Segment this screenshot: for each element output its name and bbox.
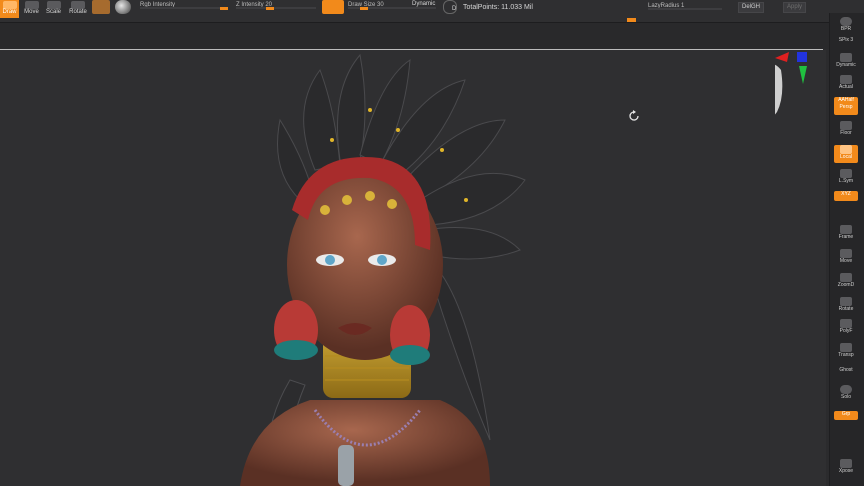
rotate-view-button[interactable]: Rotate [834,297,858,315]
xyz-button[interactable]: XYZ [834,191,858,201]
z-intensity-thumb[interactable] [266,7,274,10]
ghost-button[interactable]: Ghost [834,367,858,385]
transp-button[interactable]: Transp [834,343,858,361]
top-toolbar: Draw Move Scale Rotate Rgb Intensity Z I… [0,0,864,23]
focal-shift-button[interactable] [322,0,344,14]
move-view-button[interactable]: Move [834,249,858,267]
bpr-button[interactable]: BPR [834,17,858,35]
rgb-intensity-thumb[interactable] [220,7,228,10]
character-bust [240,53,526,486]
lsym-button[interactable]: L.Sym [834,169,858,187]
scale-button[interactable]: Scale [44,0,63,18]
dynamic-toggle[interactable]: Dynamic [412,1,435,7]
polyf-button[interactable]: PolyF [834,319,858,337]
draw-button[interactable]: Draw [0,0,19,18]
zoom-view-button[interactable]: ZoomD [834,273,858,291]
move-icon [24,1,39,9]
xpose-button[interactable]: Xpose [834,459,858,477]
floor-button[interactable]: Floor [834,121,858,139]
z-intensity-track [236,7,316,9]
grp-button[interactable]: Grp [834,411,858,420]
apply-button[interactable]: Apply [783,2,807,13]
axis-gizmo-icon[interactable] [775,52,811,127]
secondary-strip [0,23,864,49]
move-button[interactable]: Move [22,0,41,18]
focal-d-label: D [452,6,457,12]
solo-button[interactable]: Solo [834,385,858,403]
scale-icon [46,1,61,9]
draw-icon [2,1,17,9]
local-button[interactable]: Local [834,145,858,163]
rgb-intensity-track [140,7,228,9]
lazy-radius-slider[interactable]: LazyRadius 1 [648,3,722,10]
z-intensity-slider[interactable]: Z Intensity 20 [236,2,316,10]
total-points-label: TotalPoints: 11.033 Mil [463,4,533,11]
actual-button[interactable]: Actual [834,75,858,93]
spix-slider[interactable]: SPix 3 [834,37,858,47]
dynamic-button[interactable]: Dynamic [834,53,858,71]
draw-size-thumb[interactable] [360,7,368,10]
rotate-icon [71,1,85,9]
material-swatch[interactable] [92,0,110,14]
texture-swatch[interactable] [115,0,131,14]
pendant [338,445,354,486]
right-shelf: BPR SPix 3 Dynamic Actual AAHalf Persp Fl… [829,13,864,486]
toolbar-marker [627,18,636,22]
refresh-cursor-icon [629,110,639,121]
rotate-button[interactable]: Rotate [67,0,89,18]
delgh-button[interactable]: DelGH [738,2,765,13]
lazy-radius-track [648,8,722,10]
aahalf-button[interactable]: AAHalf Persp [834,97,858,115]
frame-button[interactable]: Frame [834,225,858,243]
rgb-intensity-slider[interactable]: Rgb Intensity [140,2,228,10]
